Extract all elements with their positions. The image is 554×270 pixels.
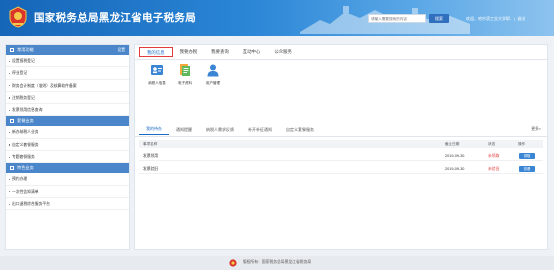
column-header: 事项名称 xyxy=(143,142,158,146)
main-tabs: 我的信息 我要办税 我要查询 互动中心 公众服务 xyxy=(139,45,299,59)
table-header: 事项名称 截止日期 状态 操作 xyxy=(139,140,543,148)
tile-label: 电子资料 xyxy=(178,81,192,85)
item-name: 发票领用 xyxy=(143,154,159,158)
tile-electronic-docs[interactable]: 电子资料 xyxy=(173,63,197,86)
taxpayer-info-icon xyxy=(151,65,163,75)
view-button[interactable]: 查看 xyxy=(519,166,535,172)
item-name: 发票验旧 xyxy=(143,167,159,171)
section-title: 套餐业务 xyxy=(17,118,34,124)
search-input[interactable] xyxy=(368,14,426,23)
user-management-icon xyxy=(207,64,219,77)
sidebar-item[interactable]: 出口退税综合服务平台 xyxy=(6,198,129,211)
tab-my-info[interactable]: 我的信息 xyxy=(139,47,173,57)
section-icon xyxy=(10,48,14,52)
tile-label: 用户管理 xyxy=(206,81,220,85)
deadline: 2019-09-30 xyxy=(445,167,465,171)
site-title: 国家税务总局黑龙江省电子税务局 xyxy=(34,12,196,24)
tab-custom-package[interactable]: 自定义套餐服务 xyxy=(279,127,321,135)
section-header-common: 常用功能 设置 xyxy=(6,45,129,55)
section-header-special: 特色业务 xyxy=(6,163,129,174)
sidebar-item[interactable]: 自定义套餐服务 xyxy=(6,139,129,152)
tab-my-todo[interactable]: 我的待办 xyxy=(139,126,169,135)
table-row: 发票领用 2019-09-30 未领取 领取 xyxy=(139,151,543,161)
settings-link[interactable]: 设置 xyxy=(117,45,125,55)
tab-supplement-notice[interactable]: 补开补征通知 xyxy=(241,127,279,135)
sidebar-item[interactable]: 一次性告知清单 xyxy=(6,186,129,198)
divider xyxy=(135,59,547,60)
tile-label: 纳税人信息 xyxy=(148,81,166,85)
user-welcome: 欢迎，哈尔滨工业大学职.. | 退出 xyxy=(466,16,525,22)
column-header: 截止日期 xyxy=(445,142,460,146)
status-text: 未验旧 xyxy=(488,167,500,171)
sidebar: 常用功能 设置 设置报税登记 停业登记 财务会计制度（准则）及核算软件备案 注销… xyxy=(5,44,130,250)
welcome-text[interactable]: 欢迎，哈尔滨工业大学职.. xyxy=(466,16,512,21)
copyright-text: 版权所有：国家税务总局黑龙江省税务局 xyxy=(242,260,312,264)
footer: 版权所有：国家税务总局黑龙江省税务局 xyxy=(0,256,554,270)
quick-tiles: 纳税人信息 电子资料 用户管理 xyxy=(145,63,229,86)
main-panel: 我的信息 我要办税 我要查询 互动中心 公众服务 纳税人信息 电子资料 用户管理… xyxy=(134,44,548,250)
divider xyxy=(135,136,547,137)
more-link[interactable]: 更多> xyxy=(531,127,541,132)
section-icon xyxy=(10,166,14,171)
tab-notifications[interactable]: 通知提醒 xyxy=(169,127,199,135)
tab-tax-filing[interactable]: 我要办税 xyxy=(173,47,205,57)
section-icon xyxy=(10,119,14,124)
tile-user-management[interactable]: 用户管理 xyxy=(201,63,225,86)
column-header: 操作 xyxy=(518,142,526,146)
search-button[interactable]: 搜索 xyxy=(429,14,449,23)
deadline: 2019-09-30 xyxy=(445,154,465,158)
table-row: 发票验旧 2019-09-30 未验旧 查看 xyxy=(139,164,543,174)
sub-tabs: 我的待办 通知提醒 纳税人需求反馈 补开补征通知 自定义套餐服务 xyxy=(139,124,321,135)
section-title: 特色业务 xyxy=(17,165,34,171)
site-header: 国家税务总局黑龙江省电子税务局 搜索 欢迎，哈尔滨工业大学职..|退出 xyxy=(0,0,554,36)
sidebar-item[interactable]: 财务会计制度（准则）及核算软件备案 xyxy=(6,80,129,92)
tab-query[interactable]: 我要查询 xyxy=(204,47,236,57)
tab-feedback[interactable]: 纳税人需求反馈 xyxy=(199,127,241,135)
sidebar-item[interactable]: 预约办理 xyxy=(6,173,129,186)
sidebar-item[interactable]: 注销税务登记 xyxy=(6,92,129,105)
tile-taxpayer-info[interactable]: 纳税人信息 xyxy=(145,63,169,86)
section-header-package: 套餐业务 xyxy=(6,116,129,127)
logout-link[interactable]: 退出 xyxy=(517,16,525,21)
divider: | xyxy=(514,16,516,21)
electronic-docs-icon xyxy=(180,64,190,76)
section-title: 常用功能 xyxy=(17,47,34,52)
sidebar-item[interactable]: 设置报税登记 xyxy=(6,55,129,68)
tab-interaction[interactable]: 互动中心 xyxy=(236,47,268,57)
sidebar-item[interactable]: 停业登记 xyxy=(6,67,129,80)
tax-bureau-emblem-icon xyxy=(9,6,27,28)
collect-button[interactable]: 领取 xyxy=(519,153,535,159)
sidebar-item[interactable]: 新办纳税人业务 xyxy=(6,126,129,139)
column-header: 状态 xyxy=(488,142,496,146)
tab-public-service[interactable]: 公众服务 xyxy=(267,47,299,57)
sidebar-item[interactable]: 发票领用信息查询 xyxy=(6,104,129,117)
status-text: 未领取 xyxy=(488,154,500,158)
sidebar-item[interactable]: 专题套餐服务 xyxy=(6,151,129,164)
